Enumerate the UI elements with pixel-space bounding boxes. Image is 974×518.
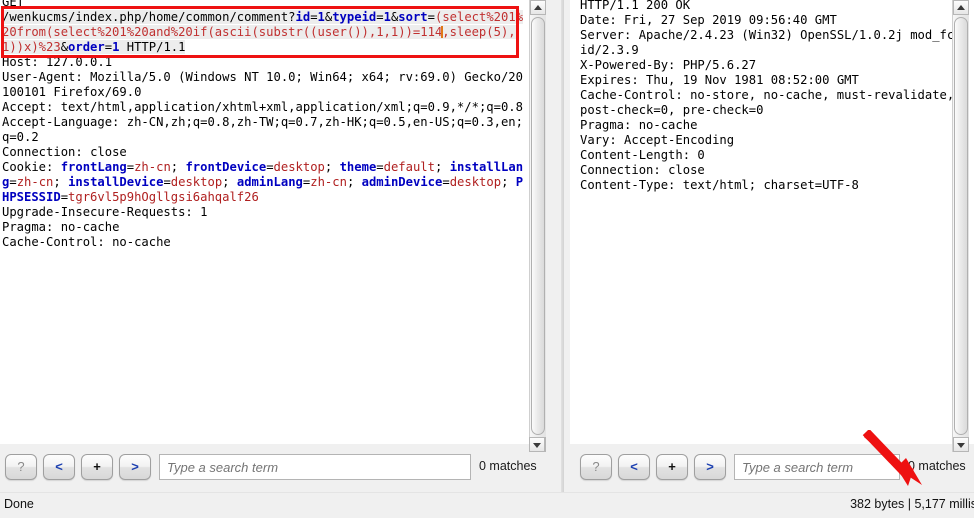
- response-search-prev-button[interactable]: <: [618, 454, 650, 480]
- response-search-help-button[interactable]: ?: [580, 454, 612, 480]
- request-vertical-scrollbar[interactable]: [529, 0, 546, 452]
- response-search-bar: ? < + > 0 matches: [568, 446, 974, 492]
- response-pane: HTTP/1.1 200 OK Date: Fri, 27 Sep 2019 0…: [568, 0, 974, 492]
- response-matches-label: 0 matches: [908, 459, 966, 473]
- request-pane: GET /wenkucms/index.php/home/common/comm…: [0, 0, 556, 492]
- scrollbar-thumb[interactable]: [954, 17, 968, 435]
- response-search-input[interactable]: [734, 454, 900, 480]
- request-search-prev-button[interactable]: <: [43, 454, 75, 480]
- response-vertical-scrollbar[interactable]: [952, 0, 969, 452]
- scroll-up-icon[interactable]: [953, 0, 969, 15]
- scroll-down-icon[interactable]: [953, 437, 969, 452]
- request-matches-label: 0 matches: [479, 459, 537, 473]
- scroll-up-icon[interactable]: [530, 0, 546, 15]
- request-search-input[interactable]: [159, 454, 471, 480]
- status-done-label: Done: [4, 497, 34, 511]
- status-bar: Done 382 bytes | 5,177 millis: [0, 492, 974, 518]
- request-editor[interactable]: GET /wenkucms/index.php/home/common/comm…: [0, 0, 546, 444]
- response-message-text[interactable]: HTTP/1.1 200 OK Date: Fri, 27 Sep 2019 0…: [578, 0, 966, 193]
- request-search-bar: ? < + > 0 matches: [0, 446, 556, 492]
- request-search-add-button[interactable]: +: [81, 454, 113, 480]
- burp-repeater-window: GET /wenkucms/index.php/home/common/comm…: [0, 0, 974, 518]
- pane-splitter[interactable]: [557, 0, 568, 492]
- request-message-text[interactable]: GET /wenkucms/index.php/home/common/comm…: [0, 0, 528, 250]
- request-search-next-button[interactable]: >: [119, 454, 151, 480]
- response-search-next-button[interactable]: >: [694, 454, 726, 480]
- scrollbar-thumb[interactable]: [531, 17, 545, 435]
- status-metrics-label: 382 bytes | 5,177 millis: [850, 497, 974, 511]
- response-search-add-button[interactable]: +: [656, 454, 688, 480]
- response-editor[interactable]: HTTP/1.1 200 OK Date: Fri, 27 Sep 2019 0…: [570, 0, 974, 444]
- request-search-help-button[interactable]: ?: [5, 454, 37, 480]
